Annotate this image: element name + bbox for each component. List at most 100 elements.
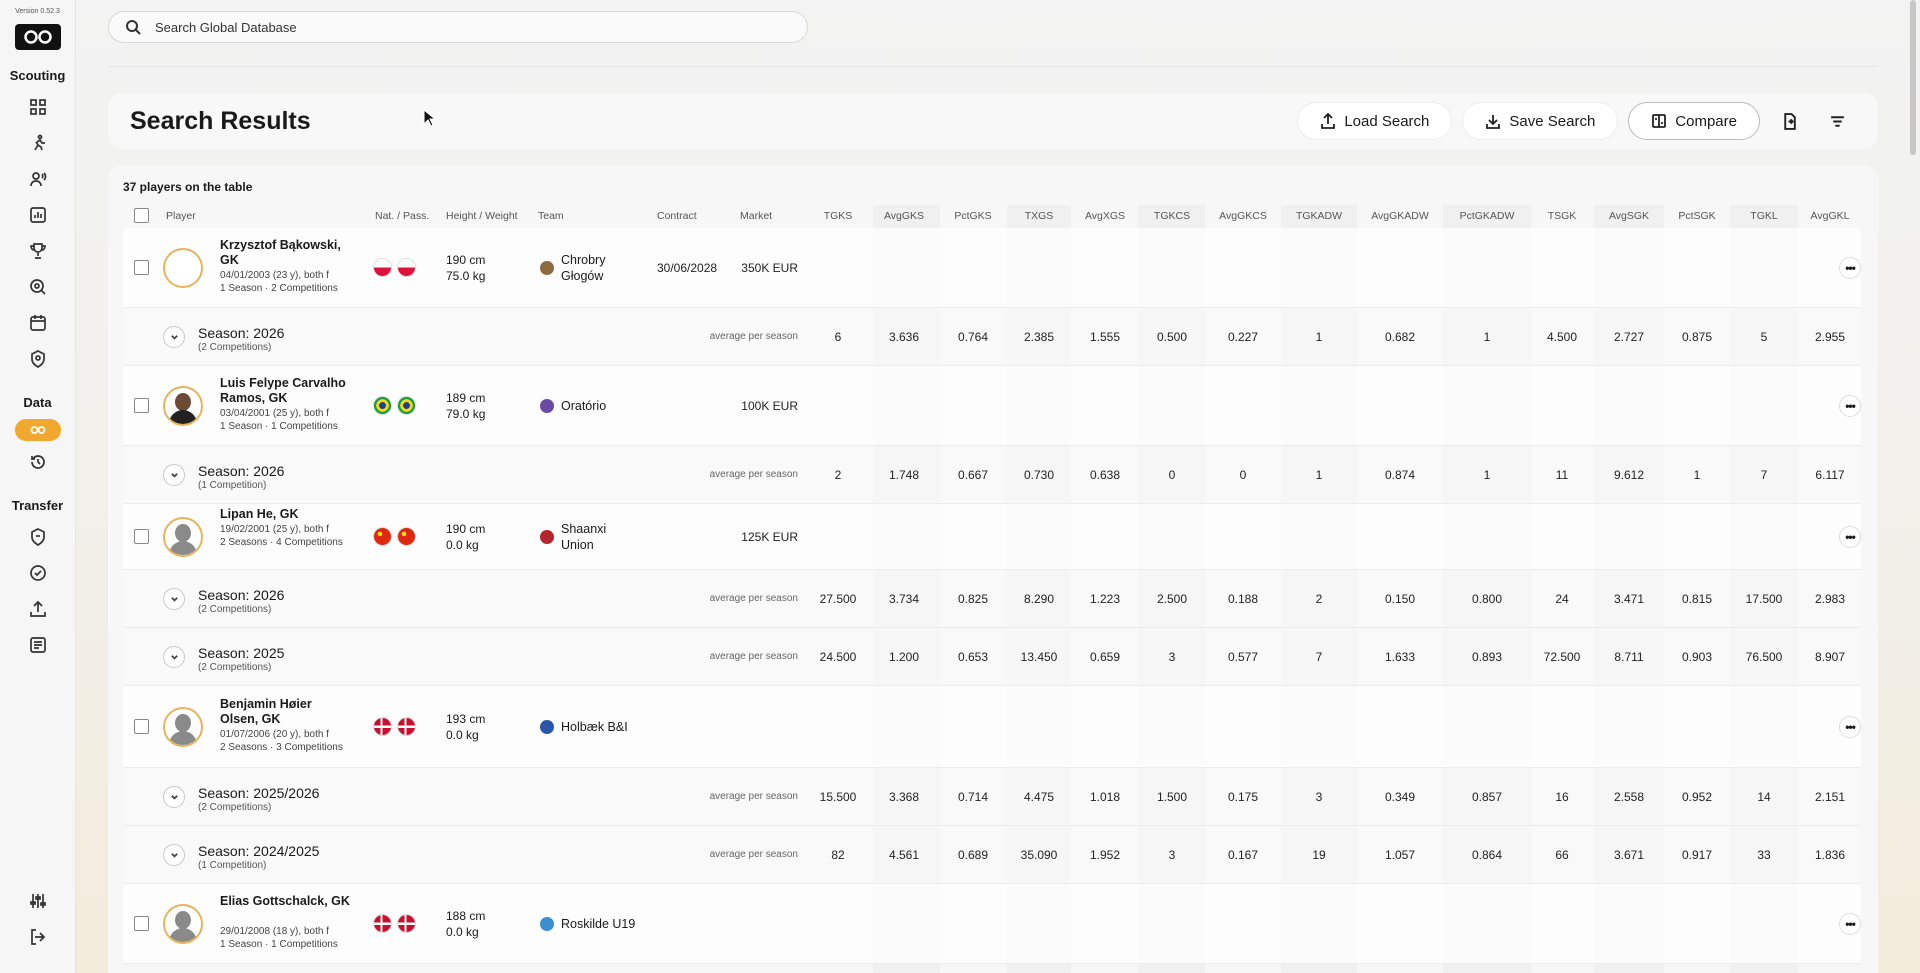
column-header-stat[interactable]: PctGKADW — [1460, 210, 1515, 222]
player-name[interactable]: Luis Felype Carvalho Ramos, GK — [220, 376, 350, 406]
column-header-stat[interactable]: TGKL — [1750, 210, 1777, 222]
stat-value: 0.800 — [1471, 592, 1503, 606]
compare-button[interactable]: Compare — [1628, 102, 1760, 140]
app-logo[interactable] — [14, 24, 61, 50]
team-name[interactable]: Holbæk B&I — [561, 719, 636, 735]
team-name[interactable]: Roskilde U19 — [561, 916, 636, 932]
player-name[interactable]: Benjamin Høier Olsen, GK — [220, 697, 350, 727]
row-more-button[interactable]: ••• — [1839, 716, 1861, 738]
player-name[interactable]: Krzysztof Bąkowski, GK — [220, 238, 350, 268]
column-header-stat[interactable]: PctSGK — [1678, 210, 1715, 222]
load-search-button[interactable]: Load Search — [1297, 102, 1453, 140]
export-button[interactable] — [1770, 102, 1808, 140]
stat-value: 1 — [1315, 330, 1323, 344]
player-avatar[interactable] — [163, 386, 203, 426]
player-avatar[interactable] — [163, 707, 203, 747]
team-name[interactable]: Shaanxi Union — [561, 521, 636, 553]
season-row[interactable] — [123, 308, 1861, 366]
global-search-box[interactable] — [108, 11, 808, 43]
expand-season-button[interactable] — [163, 646, 185, 668]
column-header-stat[interactable]: AvgXGS — [1085, 210, 1125, 222]
season-row[interactable] — [123, 570, 1861, 628]
stat-value: 15.500 — [819, 790, 857, 804]
scout-users-icon[interactable] — [23, 164, 53, 194]
player-run-icon[interactable] — [23, 128, 53, 158]
trophy-icon[interactable] — [23, 236, 53, 266]
season-title: Season: 2024/2025 — [198, 843, 320, 859]
settings-sliders-icon[interactable] — [23, 886, 53, 916]
team-name[interactable]: Chrobry Głogów — [561, 252, 636, 284]
row-checkbox[interactable] — [134, 529, 149, 544]
player-name[interactable]: Lipan He, GK — [220, 507, 350, 522]
expand-season-button[interactable] — [163, 326, 185, 348]
stat-value: 0.682 — [1384, 330, 1416, 344]
column-header-stat[interactable]: AvgGKCS — [1219, 210, 1267, 222]
column-header-stat[interactable]: TXGS — [1025, 210, 1054, 222]
row-checkbox[interactable] — [134, 916, 149, 931]
database-infinity-icon[interactable] — [14, 419, 61, 441]
team-name[interactable]: Oratório — [561, 398, 636, 414]
page-scrollbar[interactable] — [1910, 0, 1916, 155]
season-row[interactable] — [123, 768, 1861, 826]
column-header-market[interactable]: Market — [740, 210, 772, 222]
expand-season-button[interactable] — [163, 588, 185, 610]
history-icon[interactable] — [23, 447, 53, 477]
row-more-button[interactable]: ••• — [1839, 913, 1861, 935]
transfer-shield-icon[interactable] — [23, 522, 53, 552]
stats-chart-icon[interactable] — [23, 200, 53, 230]
stat-value: 13.450 — [1020, 650, 1058, 664]
column-header-stat[interactable]: TSGK — [1548, 210, 1577, 222]
report-list-icon[interactable] — [23, 630, 53, 660]
column-header-hw[interactable]: Height / Weight — [446, 210, 518, 222]
average-per-season-label: average per season — [709, 849, 798, 860]
column-header-stat[interactable]: TGKCS — [1154, 210, 1190, 222]
season-title: Season: 2025 — [198, 645, 285, 661]
stat-value: 35.090 — [1020, 848, 1058, 862]
calendar-icon[interactable] — [23, 308, 53, 338]
shield-icon[interactable] — [23, 344, 53, 374]
column-header-team[interactable]: Team — [538, 210, 564, 222]
dashboard-icon[interactable] — [23, 92, 53, 122]
row-checkbox[interactable] — [134, 260, 149, 275]
expand-season-button[interactable] — [163, 786, 185, 808]
column-header-stat[interactable]: AvgSGK — [1609, 210, 1649, 222]
global-search-input[interactable] — [155, 19, 755, 35]
column-header-nat[interactable]: Nat. / Pass. — [375, 210, 429, 222]
stat-value: 6 — [834, 330, 842, 344]
transfer-cycle-icon[interactable] — [23, 558, 53, 588]
player-avatar[interactable] — [163, 248, 203, 288]
column-header-stat[interactable]: PctGKS — [954, 210, 991, 222]
season-row[interactable] — [123, 446, 1861, 504]
player-avatar[interactable] — [163, 904, 203, 944]
column-header-contract[interactable]: Contract — [657, 210, 697, 222]
radar-search-icon[interactable] — [23, 272, 53, 302]
row-more-button[interactable]: ••• — [1839, 526, 1861, 548]
select-all-checkbox[interactable] — [134, 208, 149, 223]
season-row[interactable] — [123, 628, 1861, 686]
expand-season-button[interactable] — [163, 464, 185, 486]
player-avatar[interactable] — [163, 517, 203, 557]
stat-value: 1.057 — [1384, 848, 1416, 862]
column-header-stat[interactable]: AvgGKL — [1811, 210, 1850, 222]
column-header-stat[interactable]: AvgGKS — [884, 210, 924, 222]
column-header-stat[interactable]: TGKADW — [1296, 210, 1342, 222]
season-row[interactable] — [123, 826, 1861, 884]
player-name[interactable]: Elias Gottschalck, GK — [220, 894, 350, 909]
column-header-stat[interactable]: TGKS — [824, 210, 853, 222]
save-search-button[interactable]: Save Search — [1462, 102, 1619, 140]
row-checkbox[interactable] — [134, 398, 149, 413]
filter-icon — [1830, 115, 1844, 127]
stat-value: 5 — [1760, 330, 1768, 344]
column-header-player[interactable]: Player — [166, 210, 196, 222]
row-more-button[interactable]: ••• — [1839, 395, 1861, 417]
average-per-season-label: average per season — [709, 469, 798, 480]
logout-icon[interactable] — [23, 922, 53, 952]
row-checkbox[interactable] — [134, 719, 149, 734]
expand-season-button[interactable] — [163, 844, 185, 866]
season-competitions: (1 Competition) — [198, 480, 267, 491]
row-more-button[interactable]: ••• — [1839, 257, 1861, 279]
stat-value: 0.903 — [1681, 650, 1713, 664]
column-header-stat[interactable]: AvgGKADW — [1371, 210, 1429, 222]
upload-icon[interactable] — [23, 594, 53, 624]
filter-button[interactable] — [1818, 102, 1856, 140]
